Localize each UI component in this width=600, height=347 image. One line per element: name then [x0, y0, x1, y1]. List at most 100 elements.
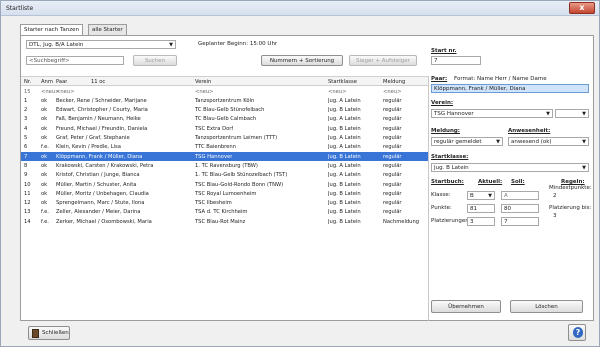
table-row[interactable]: 2 ok Edwart, Christopher / Courty, Maria TC…: [21, 106, 428, 115]
cell-paar: <neu>: [56, 88, 75, 95]
cell-nr: 8: [24, 162, 28, 169]
schliessen-button[interactable]: Schließen: [28, 326, 70, 340]
loeschen-button[interactable]: Löschen: [510, 300, 583, 313]
chevron-down-icon: ▼: [496, 139, 500, 145]
startbuch-label: Startbuch:: [431, 179, 464, 185]
cell-nr: 14: [24, 218, 31, 225]
cell-nr: 2: [24, 107, 28, 114]
cell-meldung: regulär: [383, 107, 402, 114]
cell-meldung: regulär: [383, 116, 402, 123]
table-row[interactable]: 7 ok Klöppmann, Frank / Müller, Diana TSG H…: [21, 152, 428, 162]
header-nr[interactable]: Nr.: [24, 77, 31, 86]
cell-nr: 10: [24, 181, 31, 188]
klasse-soll-field: A: [501, 191, 539, 200]
meldung-select[interactable]: regulär gemeldet ▼: [431, 137, 503, 146]
cell-anm: ok: [41, 172, 48, 179]
cell-meldung: regulär: [383, 200, 402, 207]
cell-meldung: Nachmeldung: [383, 218, 420, 225]
verein-select[interactable]: TSG Hannover ▼: [431, 109, 553, 118]
cell-nr: 4: [24, 125, 28, 132]
aktuell-label: Aktuell:: [478, 179, 503, 185]
table-row[interactable]: 5 ok Graf, Peter / Graf, Stephanie Tanzspor…: [21, 134, 428, 143]
meldung-label: Meldung:: [431, 128, 460, 134]
table-row[interactable]: 11 ok Müller, Moritz / Unbehagen, Claudia T…: [21, 189, 428, 198]
verein-extra-select[interactable]: ▼: [555, 109, 589, 118]
search-input[interactable]: <Suchbegriff>: [26, 56, 124, 65]
help-button[interactable]: ?: [568, 324, 586, 341]
cell-startklasse: Jug. A Latein: [328, 172, 361, 179]
chevron-down-icon: ▼: [582, 165, 586, 171]
paar-label: Paar:: [431, 76, 448, 82]
cell-verein: TSC Extra Dorf: [195, 125, 234, 132]
search-button[interactable]: Suchen: [133, 55, 177, 66]
table-row[interactable]: 13 f.e. Zeller, Alexander / Meier, Darina T…: [21, 208, 428, 217]
cell-startklasse: Jug. B Latein: [328, 153, 361, 160]
uebernehmen-button[interactable]: Übernehmen: [431, 300, 501, 313]
door-icon: [32, 329, 39, 338]
cell-paar: Sprengelmann, Marc / Stute, Ilona: [56, 200, 145, 207]
winner-button[interactable]: Sieger + Aufsteiger: [349, 55, 417, 66]
cell-nr: 7: [24, 153, 28, 160]
header-meldung[interactable]: Meldung: [383, 77, 405, 86]
mindestpunkte-label: Mindestpunkte:: [549, 185, 592, 191]
cell-paar: Müller, Martin / Schuster, Anita: [56, 181, 137, 188]
klasse-aktuell-select[interactable]: B ▼: [467, 191, 495, 200]
starter-table: Nr. Anm Paar 11 oc Verein Startklasse Me…: [21, 76, 429, 321]
cell-meldung: regulär: [383, 172, 402, 179]
soll-label: Soll:: [511, 179, 525, 185]
cell-meldung: regulär: [383, 97, 402, 104]
cell-anm: ok: [41, 162, 48, 169]
starter-panel: DTL, Jug. B/A Latein ▼ Geplanter Beginn:…: [20, 35, 594, 321]
cell-nr: 3: [24, 116, 28, 123]
cell-paar: Zeller, Alexander / Meier, Darina: [56, 209, 141, 216]
paar-field[interactable]: Klöppmann, Frank / Müller, Diana: [431, 84, 589, 93]
table-row[interactable]: 1 ok Becker, Rene / Schneider, Marijane Tan…: [21, 96, 428, 105]
table-row[interactable]: 8 ok Krakowski, Carsten / Krakowski, Petra…: [21, 161, 428, 170]
header-startklasse[interactable]: Startklasse: [328, 77, 357, 86]
punkte-aktuell-field[interactable]: 81: [467, 204, 495, 213]
numbers-sort-button[interactable]: Nummern + Sortierung: [261, 55, 343, 66]
table-row[interactable]: 15 <neu> <neu> <neu> <neu> <neu>: [21, 87, 428, 96]
table-row[interactable]: 3 ok Faß, Benjamin / Neumann, Heike TC Blau…: [21, 115, 428, 124]
mindestpunkte-value: 2: [553, 193, 557, 199]
start-nr-field[interactable]: 7: [431, 56, 481, 65]
cell-paar: Müller, Moritz / Unbehagen, Claudia: [56, 190, 149, 197]
cell-verein: TSC Ilbesheim: [195, 200, 232, 207]
window-title: Startliste: [6, 5, 34, 12]
table-header: Nr. Anm Paar 11 oc Verein Startklasse Me…: [21, 77, 428, 86]
cell-anm: ok: [41, 116, 48, 123]
cell-startklasse: Jug. B Latein: [328, 190, 361, 197]
header-verein[interactable]: Verein: [195, 77, 211, 86]
close-window-button[interactable]: x: [569, 2, 595, 14]
cell-verein: TSC Royal Lumoenheim: [195, 190, 257, 197]
table-row[interactable]: 4 ok Freund, Michael / Freundin, Daniela TS…: [21, 124, 428, 133]
anwesenheit-select[interactable]: anwesend (ok) ▼: [508, 137, 589, 146]
startklasse-select[interactable]: Jug. B Latein ▼: [431, 163, 589, 172]
cell-startklasse: Jug. B Latein: [328, 209, 361, 216]
title-bar: Startliste x: [1, 1, 599, 16]
punkte-label: Punkte:: [431, 205, 452, 211]
table-row[interactable]: 14 f.e. Zerker, Michael / Osombowski, Mari…: [21, 217, 428, 226]
cell-paar: Faß, Benjamin / Neumann, Heike: [56, 116, 141, 123]
header-paar[interactable]: Paar: [56, 77, 67, 86]
chevron-down-icon: ▼: [169, 42, 173, 48]
table-row[interactable]: 10 ok Müller, Martin / Schuster, Anita TSC …: [21, 180, 428, 189]
platzierungen-aktuell-field[interactable]: 3: [467, 217, 495, 226]
tab-alle-starter[interactable]: alle Starter: [88, 24, 127, 35]
header-anm[interactable]: Anm: [41, 77, 53, 86]
table-row[interactable]: 6 f.e. Klein, Kevin / Predle, Lisa TTC Baie…: [21, 143, 428, 152]
chevron-down-icon: ▼: [546, 111, 550, 117]
table-row[interactable]: 12 ok Sprengelmann, Marc / Stute, Ilona TSC…: [21, 199, 428, 208]
cell-startklasse: Jug. A Latein: [328, 135, 361, 141]
cell-startklasse: Jug. B Latein: [328, 218, 361, 225]
cell-paar: Klöppmann, Frank / Müller, Diana: [56, 153, 143, 160]
competition-select[interactable]: DTL, Jug. B/A Latein ▼: [26, 40, 176, 49]
paar-format-hint: Format: Name Herr / Name Dame: [454, 76, 547, 82]
header-extra[interactable]: 11 oc: [91, 77, 105, 86]
startklasse-label: Startklasse:: [431, 154, 469, 160]
platzierungen-soll-field: 7: [501, 217, 539, 226]
cell-nr: 13: [24, 209, 31, 216]
cell-verein: TSC Blau-Rot Mainz: [195, 218, 246, 225]
table-row[interactable]: 9 ok Kristof, Christian / Junge, Bianca 1. …: [21, 171, 428, 180]
cell-meldung: regulär: [383, 181, 402, 188]
